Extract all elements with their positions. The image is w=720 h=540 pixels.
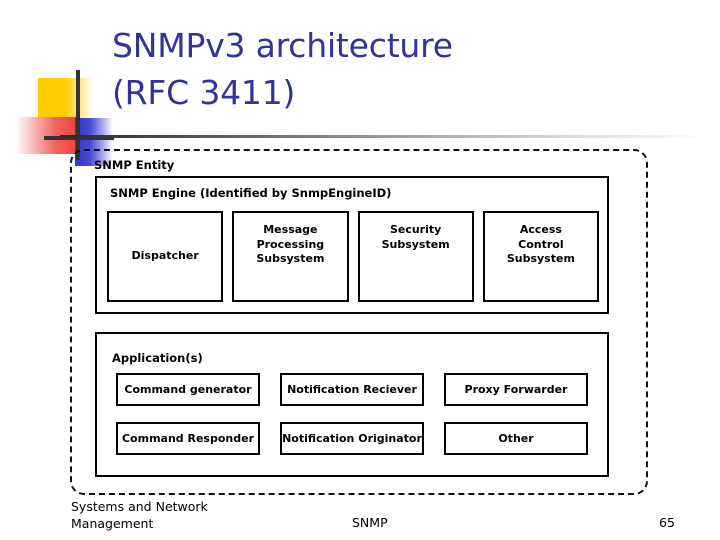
footer-page-number: 65: [659, 515, 675, 530]
applications-grid: Command generator Notification Reciever …: [116, 373, 588, 455]
application-notification-originator: Notification Originator: [280, 422, 424, 455]
page-title: SNMPv3 architecture (RFC 3411): [112, 26, 453, 112]
snmp-entity-label: SNMP Entity: [94, 158, 175, 172]
application-other: Other: [444, 422, 588, 455]
applications-row-1: Command generator Notification Reciever …: [116, 373, 588, 406]
footer-topic: SNMP: [352, 515, 388, 530]
engine-component-dispatcher: Dispatcher: [107, 211, 224, 302]
engine-component-message-processing-subsystem: Message Processing Subsystem: [232, 211, 349, 302]
application-notification-reciever: Notification Reciever: [280, 373, 424, 406]
applications-row-2: Command Responder Notification Originato…: [116, 422, 588, 455]
snmp-engine-label: SNMP Engine (Identified by SnmpEngineID): [110, 186, 392, 200]
title-divider: [60, 135, 708, 138]
footer-course-name: Systems and Network Management: [71, 499, 208, 531]
application-proxy-forwarder: Proxy Forwarder: [444, 373, 588, 406]
vertical-rule-icon: [76, 70, 80, 160]
application-command-generator: Command generator: [116, 373, 260, 406]
engine-component-access-control-subsystem: Access Control Subsystem: [482, 211, 599, 302]
yellow-square-icon: [38, 78, 94, 120]
applications-label: Application(s): [112, 351, 203, 365]
engine-component-security-subsystem: Security Subsystem: [357, 211, 474, 302]
decorative-logo: [16, 70, 114, 166]
engine-components-row: Dispatcher Message Processing Subsystem …: [107, 211, 599, 302]
application-command-responder: Command Responder: [116, 422, 260, 455]
slide-footer: Systems and Network Management SNMP 65: [0, 498, 720, 540]
